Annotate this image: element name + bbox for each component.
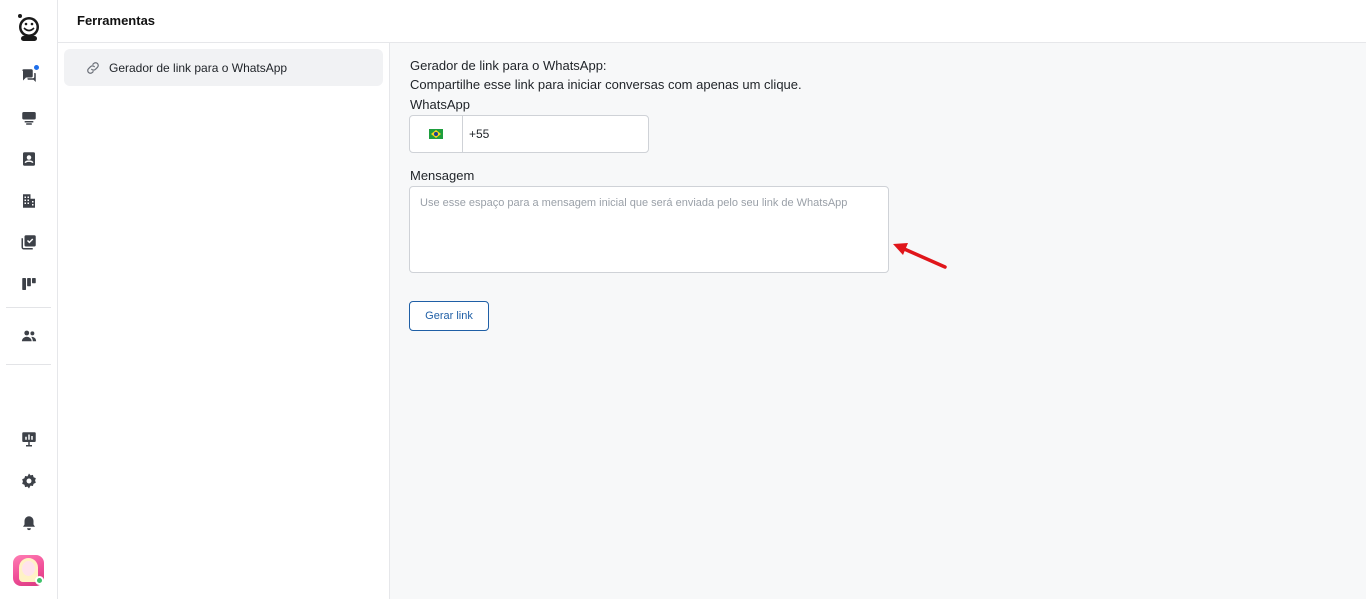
notification-badge [33, 64, 40, 71]
logo-icon[interactable] [16, 12, 42, 44]
kanban-icon[interactable] [17, 272, 41, 296]
section-description: Compartilhe esse link para iniciar conve… [410, 77, 802, 92]
page-title: Ferramentas [77, 13, 156, 28]
whatsapp-label: WhatsApp [410, 97, 470, 112]
avatar-face [22, 561, 35, 576]
brazil-flag-icon [429, 129, 443, 139]
settings-icon[interactable] [17, 469, 41, 493]
phone-input[interactable] [463, 116, 648, 152]
panel-item-label: Gerador de link para o WhatsApp [109, 60, 288, 75]
companies-icon[interactable] [17, 189, 41, 213]
link-icon [85, 60, 101, 76]
notifications-icon[interactable] [17, 511, 41, 535]
rail-divider [6, 364, 51, 365]
rail-divider [6, 307, 51, 308]
online-status-dot [35, 576, 44, 585]
dashboard-icon[interactable] [17, 427, 41, 451]
phone-field [409, 115, 649, 153]
contacts-icon[interactable] [17, 147, 41, 171]
main-content: Gerador de link para o WhatsApp: Compart… [390, 43, 1366, 599]
panel-item-whatsapp-link-generator[interactable]: Gerador de link para o WhatsApp [64, 49, 383, 86]
annotation-arrow-icon [893, 243, 947, 269]
section-heading: Gerador de link para o WhatsApp: [410, 58, 607, 73]
inbox-icon[interactable] [17, 106, 41, 130]
page-header: Ferramentas [58, 0, 1366, 43]
tools-panel: Gerador de link para o WhatsApp [58, 43, 390, 599]
sidebar-rail [0, 0, 58, 599]
team-icon[interactable] [17, 324, 41, 348]
country-selector[interactable] [410, 116, 463, 152]
message-textarea[interactable] [409, 186, 889, 273]
conversations-icon[interactable] [17, 64, 41, 88]
tasks-icon[interactable] [17, 230, 41, 254]
message-label: Mensagem [410, 168, 475, 183]
generate-link-button[interactable]: Gerar link [409, 301, 489, 331]
